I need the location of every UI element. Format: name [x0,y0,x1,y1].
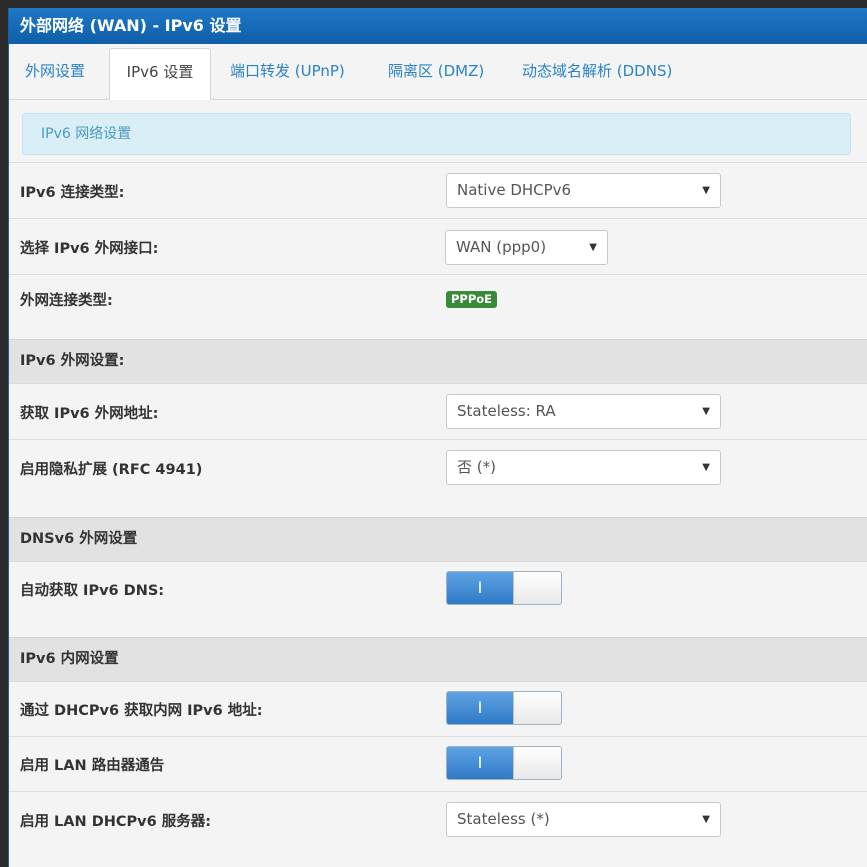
row-lan-dhcpv6-server: 启用 LAN DHCPv6 服务器: Stateless (*) ▼ [9,791,867,867]
privacy-ext-select[interactable]: 否 (*) ▼ [446,450,721,485]
get-address-label: 获取 IPv6 外网地址: [20,406,159,422]
privacy-ext-value: 否 (*) [457,458,496,476]
page-title: 外部网络 (WAN) - IPv6 设置 [9,8,867,44]
row-auto-dns: 自动获取 IPv6 DNS: I [9,561,867,638]
privacy-ext-label: 启用隐私扩展 (RFC 4941) [20,462,203,478]
conn-type-select[interactable]: Native DHCPv6 ▼ [446,173,721,208]
lan-ra-label: 启用 LAN 路由器通告 [20,758,165,774]
settings-panel: 外部网络 (WAN) - IPv6 设置 外网设置 IPv6 设置 端口转发 (… [8,8,867,867]
lan-dhcpv6-server-value: Stateless (*) [457,810,550,828]
toggle-knob [513,572,561,604]
lan-ra-toggle[interactable]: I [446,746,562,780]
auto-dns-label: 自动获取 IPv6 DNS: [20,583,165,599]
dhcpv6-lan-addr-label: 通过 DHCPv6 获取内网 IPv6 地址: [20,703,263,719]
section-ipv6-wan: IPv6 外网设置: [9,339,867,383]
row-get-address: 获取 IPv6 外网地址: Stateless: RA ▼ [9,383,867,439]
lan-dhcpv6-server-label: 启用 LAN DHCPv6 服务器: [20,814,212,830]
dhcpv6-lan-addr-toggle[interactable]: I [446,691,562,725]
row-lan-ra: 启用 LAN 路由器通告 I [9,736,867,791]
lan-dhcpv6-server-select[interactable]: Stateless (*) ▼ [446,802,721,837]
caret-down-icon: ▼ [702,462,710,473]
row-dhcpv6-lan-addr: 通过 DHCPv6 获取内网 IPv6 地址: I [9,681,867,736]
section-ipv6-lan: IPv6 内网设置 [9,637,867,681]
row-privacy-ext: 启用隐私扩展 (RFC 4941) 否 (*) ▼ [9,439,867,518]
toggle-on-indicator: I [447,572,513,604]
toggle-knob [513,747,561,779]
toggle-knob [513,692,561,724]
info-banner: IPv6 网络设置 [22,113,851,155]
toggle-on-indicator: I [447,692,513,724]
row-wan-conn-type: 外网连接类型: PPPoE [9,274,867,340]
caret-down-icon: ▼ [702,814,710,825]
tab-port-forward[interactable]: 端口转发 (UPnP) [230,48,345,100]
tab-wan-settings[interactable]: 外网设置 [25,48,85,100]
tab-bar: 外网设置 IPv6 设置 端口转发 (UPnP) 隔离区 (DMZ) 动态域名解… [9,44,867,100]
tab-ddns[interactable]: 动态域名解析 (DDNS) [522,48,672,100]
tab-dmz[interactable]: 隔离区 (DMZ) [388,48,484,100]
toggle-on-indicator: I [447,747,513,779]
get-address-select[interactable]: Stateless: RA ▼ [446,394,721,429]
pppoe-badge: PPPoE [446,291,498,308]
section-dnsv6: DNSv6 外网设置 [9,517,867,561]
get-address-value: Stateless: RA [457,402,556,420]
caret-down-icon: ▼ [702,185,710,196]
conn-type-label: IPv6 连接类型: [20,185,125,201]
conn-type-value: Native DHCPv6 [457,181,572,199]
caret-down-icon: ▼ [589,242,597,253]
row-conn-type: IPv6 连接类型: Native DHCPv6 ▼ [9,162,867,218]
wan-interface-select[interactable]: WAN (ppp0) ▼ [445,230,608,265]
auto-dns-toggle[interactable]: I [446,571,562,605]
tab-ipv6-settings[interactable]: IPv6 设置 [109,48,211,100]
wan-conn-type-label: 外网连接类型: [20,293,113,309]
row-wan-interface: 选择 IPv6 外网接口: WAN (ppp0) ▼ [9,218,867,274]
wan-interface-value: WAN (ppp0) [456,238,547,256]
caret-down-icon: ▼ [702,406,710,417]
wan-interface-label: 选择 IPv6 外网接口: [20,241,159,257]
